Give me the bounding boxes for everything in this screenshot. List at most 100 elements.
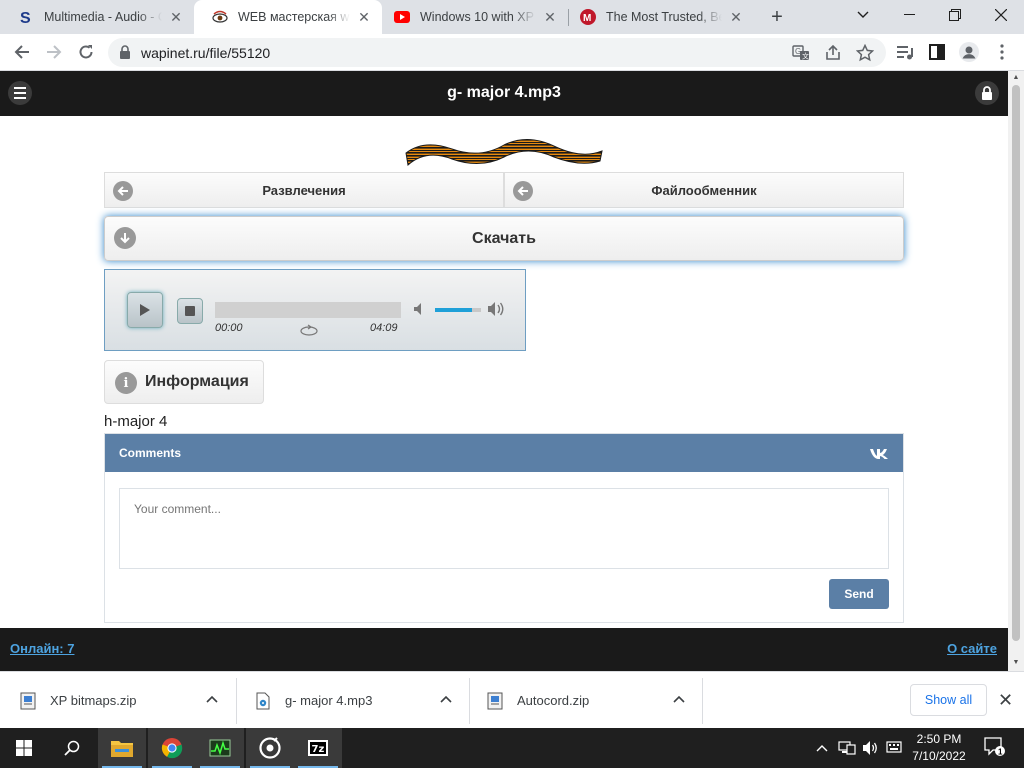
back-button[interactable] — [8, 38, 36, 66]
tab-trusted[interactable]: M The Most Trusted, Best ✕ — [568, 0, 754, 34]
volume-max-icon[interactable] — [487, 301, 507, 322]
side-panel-icon[interactable] — [927, 42, 947, 62]
share-icon[interactable] — [824, 44, 842, 62]
close-window-button[interactable] — [978, 0, 1024, 30]
network-icon[interactable] — [838, 740, 856, 759]
clock-time: 2:50 PM — [916, 732, 962, 746]
comments-widget: Comments Send — [104, 433, 904, 623]
tab-strip: S Multimedia - Audio - C ✕ WEB мастерска… — [0, 0, 1024, 34]
chrome-icon[interactable] — [148, 728, 196, 768]
info-button[interactable]: i Информация — [104, 360, 264, 404]
tab-title: WEB мастерская wapi — [238, 10, 350, 24]
page-scrollbar[interactable]: ▲ ▼ — [1008, 71, 1024, 671]
svg-text:S: S — [20, 10, 31, 25]
nav-back-fileshare[interactable]: Файлообменник — [504, 172, 904, 208]
close-tab-icon[interactable]: ✕ — [356, 9, 372, 25]
windows-taskbar: 7z 2:50 PM 7/10/2022 1 — [0, 728, 1024, 768]
volume-icon[interactable] — [862, 740, 880, 759]
system-clock[interactable]: 2:50 PM 7/10/2022 — [906, 731, 972, 765]
show-all-button[interactable]: Show all — [910, 684, 987, 716]
zip-file-icon — [20, 692, 36, 709]
repeat-icon[interactable] — [299, 323, 319, 341]
download-filename: g- major 4.mp3 — [285, 693, 373, 708]
close-shelf-icon[interactable]: ✕ — [998, 690, 1013, 711]
comment-input[interactable] — [119, 488, 889, 569]
arrow-left-circle-icon — [113, 181, 133, 201]
vk-logo-icon[interactable] — [869, 445, 889, 464]
notification-center-icon[interactable]: 1 — [984, 737, 1006, 760]
play-button[interactable] — [127, 292, 163, 328]
chevron-up-icon[interactable] — [206, 692, 218, 706]
mute-speaker-icon[interactable] — [413, 302, 427, 321]
url-text: wapinet.ru/file/55120 — [141, 45, 271, 61]
youtube-icon — [394, 9, 410, 25]
comments-header: Comments — [105, 434, 903, 472]
downloads-shelf: XP bitmaps.zip g- major 4.mp3 Autocord.z… — [0, 671, 1024, 728]
7zip-icon[interactable]: 7z — [294, 728, 342, 768]
eye-logo-icon — [212, 9, 228, 25]
padlock-icon[interactable] — [975, 81, 999, 105]
start-button-icon[interactable] — [0, 728, 48, 768]
keyboard-icon[interactable] — [886, 740, 902, 757]
arrow-left-circle-icon — [513, 181, 533, 201]
stop-button[interactable] — [177, 298, 203, 324]
scroll-up-icon[interactable]: ▲ — [1012, 74, 1020, 82]
nav-label: Файлообменник — [651, 182, 757, 198]
seek-bar[interactable] — [215, 302, 401, 318]
download-label: Скачать — [472, 229, 536, 247]
svg-text:文: 文 — [802, 52, 809, 61]
arrow-down-circle-icon — [114, 227, 136, 249]
tab-search-chevron-icon[interactable] — [840, 0, 886, 30]
send-button[interactable]: Send — [829, 579, 889, 609]
download-item[interactable]: g- major 4.mp3 — [255, 672, 465, 729]
download-button[interactable]: Скачать — [104, 216, 904, 261]
online-count-link[interactable]: Онлайн: 7 — [10, 641, 74, 656]
minimize-button[interactable] — [886, 0, 932, 30]
close-tab-icon[interactable]: ✕ — [168, 9, 184, 25]
shelf-separator — [469, 678, 470, 724]
shelf-separator — [702, 678, 703, 724]
file-explorer-icon[interactable] — [98, 728, 146, 768]
restore-button[interactable] — [932, 0, 978, 30]
new-tab-button[interactable]: + — [766, 6, 788, 28]
nav-back-entertainment[interactable]: Развлечения — [104, 172, 504, 208]
close-tab-icon[interactable]: ✕ — [542, 9, 558, 25]
forward-button[interactable] — [40, 38, 68, 66]
scroll-down-icon[interactable]: ▼ — [1012, 659, 1020, 667]
address-bar[interactable]: wapinet.ru/file/55120 G文 — [108, 38, 886, 67]
chevron-up-icon[interactable] — [440, 692, 452, 706]
site-header: g- major 4.mp3 — [0, 71, 1008, 116]
tab-wapinet[interactable]: WEB мастерская wapi ✕ — [194, 0, 382, 34]
notification-count: 1 — [998, 748, 1003, 757]
tab-title: Windows 10 with XP B — [420, 10, 536, 24]
svg-text:M: M — [583, 13, 591, 24]
m-logo-icon: M — [580, 9, 596, 25]
download-item[interactable]: Autocord.zip — [487, 672, 697, 729]
search-icon[interactable] — [48, 728, 96, 768]
tab-youtube[interactable]: Windows 10 with XP B ✕ — [382, 0, 568, 34]
kebab-menu-icon[interactable] — [992, 42, 1012, 62]
browser-toolbar: wapinet.ru/file/55120 G文 — [0, 34, 1024, 71]
reload-button[interactable] — [72, 38, 100, 66]
audio-file-icon — [256, 692, 270, 709]
scrollbar-thumb[interactable] — [1012, 85, 1020, 641]
download-filename: XP bitmaps.zip — [50, 693, 137, 708]
download-item[interactable]: XP bitmaps.zip — [20, 672, 232, 729]
task-manager-icon[interactable] — [196, 728, 244, 768]
close-tab-icon[interactable]: ✕ — [728, 9, 744, 25]
media-control-icon[interactable] — [895, 42, 915, 62]
tab-title: The Most Trusted, Best — [606, 10, 722, 24]
shelf-separator — [236, 678, 237, 724]
about-link[interactable]: О сайте — [947, 641, 997, 656]
volume-slider[interactable] — [435, 308, 481, 312]
chevron-up-icon[interactable] — [673, 692, 685, 706]
tray-overflow-chevron-icon[interactable] — [816, 740, 828, 755]
clock-date: 7/10/2022 — [912, 749, 966, 763]
media-player-icon[interactable] — [246, 728, 294, 768]
tab-multimedia[interactable]: S Multimedia - Audio - C ✕ — [0, 0, 194, 34]
profile-avatar-icon[interactable] — [959, 42, 979, 62]
s-logo-icon: S — [18, 9, 34, 25]
bookmark-star-icon[interactable] — [856, 44, 874, 62]
file-description: h-major 4 — [104, 413, 168, 430]
translate-icon[interactable]: G文 — [792, 44, 810, 62]
